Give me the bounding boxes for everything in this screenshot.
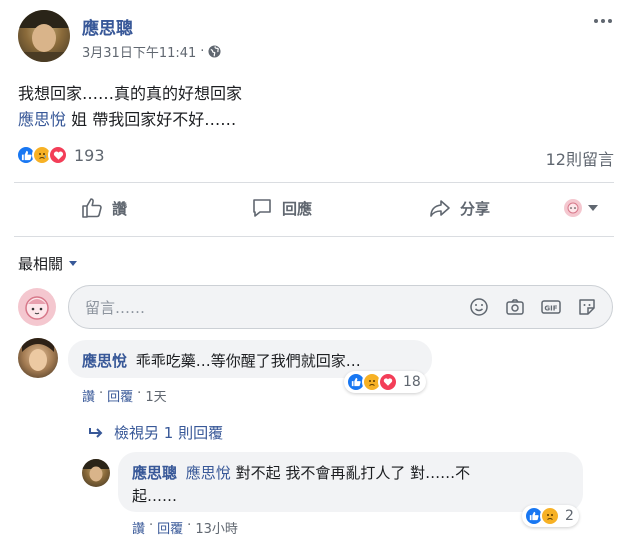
reply-like-link[interactable]: 讚 [132,518,145,537]
post-text-rest: 姐 帶我回家好不好…… [66,110,237,129]
divider-top [14,182,614,183]
post-comment-count[interactable]: 12則留言 [546,146,614,170]
comment-like-link[interactable]: 讚 [82,386,95,405]
composer-icons: GIF [468,296,598,318]
comment-button[interactable]: 回應 [250,196,312,220]
comment-sort-dropdown[interactable]: 最相關 [18,253,78,274]
post-text-line2: 應思悅 姐 帶我回家好不好…… [18,106,236,130]
post-text-line1: 我想回家……真的真的好想回家 [18,84,243,103]
emoji-icon[interactable] [468,296,490,318]
share-button-label: 分享 [460,199,491,218]
view-more-replies-label: 檢視另 1 則回覆 [114,424,224,442]
comment-button-label: 回應 [282,199,313,218]
svg-text:GIF: GIF [544,305,557,313]
like-button-label: 讚 [112,199,128,218]
divider-bottom [14,236,614,237]
more-options-icon[interactable] [594,14,616,28]
view-more-replies[interactable]: 檢視另 1 則回覆 [88,422,223,443]
post-author-name[interactable]: 應思聰 [82,14,133,39]
author-avatar[interactable] [18,10,70,62]
comment-reactions[interactable]: 18 [344,371,426,393]
meta-separator: · [200,44,205,59]
reply-actions: 讚 · 回覆 · 13小時 [132,518,238,537]
like-button[interactable]: 讚 [80,196,127,220]
post-mention-link[interactable]: 應思悅 [18,110,66,129]
love-reaction-icon [378,372,398,392]
sort-label: 最相關 [18,255,64,273]
sticker-icon[interactable] [576,296,598,318]
reply-text-line2: 起…… [132,487,178,505]
speech-bubble-icon [250,196,274,220]
sort-caret-icon [69,261,78,266]
sad-reaction-icon [540,506,560,526]
reply-reaction-count: 2 [565,508,574,524]
share-arrow-icon [428,196,452,220]
gif-icon[interactable]: GIF [540,296,562,318]
reply-author-name[interactable]: 應思聰 [132,464,177,482]
thumbs-up-icon [80,196,104,220]
reply-bubble: 應思聰 應思悅 對不起 我不會再亂打人了 對……不 起…… [118,452,583,512]
post-timestamp[interactable]: 3月31日下午11:41 [82,42,196,61]
comment-reaction-count: 18 [403,374,421,390]
reply-text-line1: 應思聰 應思悅 對不起 我不會再亂打人了 對……不 [132,462,470,483]
commenter-avatar[interactable] [18,338,58,378]
reply-time[interactable]: 13小時 [195,518,238,537]
composer-avatar [18,288,56,326]
comment-text: 乖乖吃藥…等你醒了我們就回家… [135,352,361,370]
reply-text-part1: 對不起 我不會再亂打人了 對……不 [230,464,471,482]
globe-icon [208,45,221,58]
comment-reply-link[interactable]: 回覆 [107,386,133,405]
small-profile-avatar [564,199,582,217]
reply-mention-link[interactable]: 應思悅 [186,464,231,482]
post-meta: 3月31日下午11:41 · [82,42,221,61]
reply-arrow-icon [88,426,104,440]
caret-down-icon [588,205,598,211]
reaction-profile-selector[interactable] [564,199,598,217]
camera-icon[interactable] [504,296,526,318]
reply-author-avatar[interactable] [82,459,110,487]
comment-author-name[interactable]: 應思悅 [82,352,127,370]
post-reactions[interactable]: 193 [16,145,105,165]
reply-reactions[interactable]: 2 [522,505,579,527]
love-reaction-icon [48,145,68,165]
reply-reply-link[interactable]: 回覆 [157,518,183,537]
comment-input[interactable]: 留言…… GIF [68,285,613,329]
share-button[interactable]: 分享 [428,196,490,220]
post-reaction-count[interactable]: 193 [74,146,105,165]
comment-time[interactable]: 1天 [145,386,166,405]
comment-text-line: 應思悅 乖乖吃藥…等你醒了我們就回家… [82,350,361,371]
comment-input-placeholder: 留言…… [85,299,146,317]
comment-actions: 讚 · 回覆 · 1天 [82,386,167,405]
